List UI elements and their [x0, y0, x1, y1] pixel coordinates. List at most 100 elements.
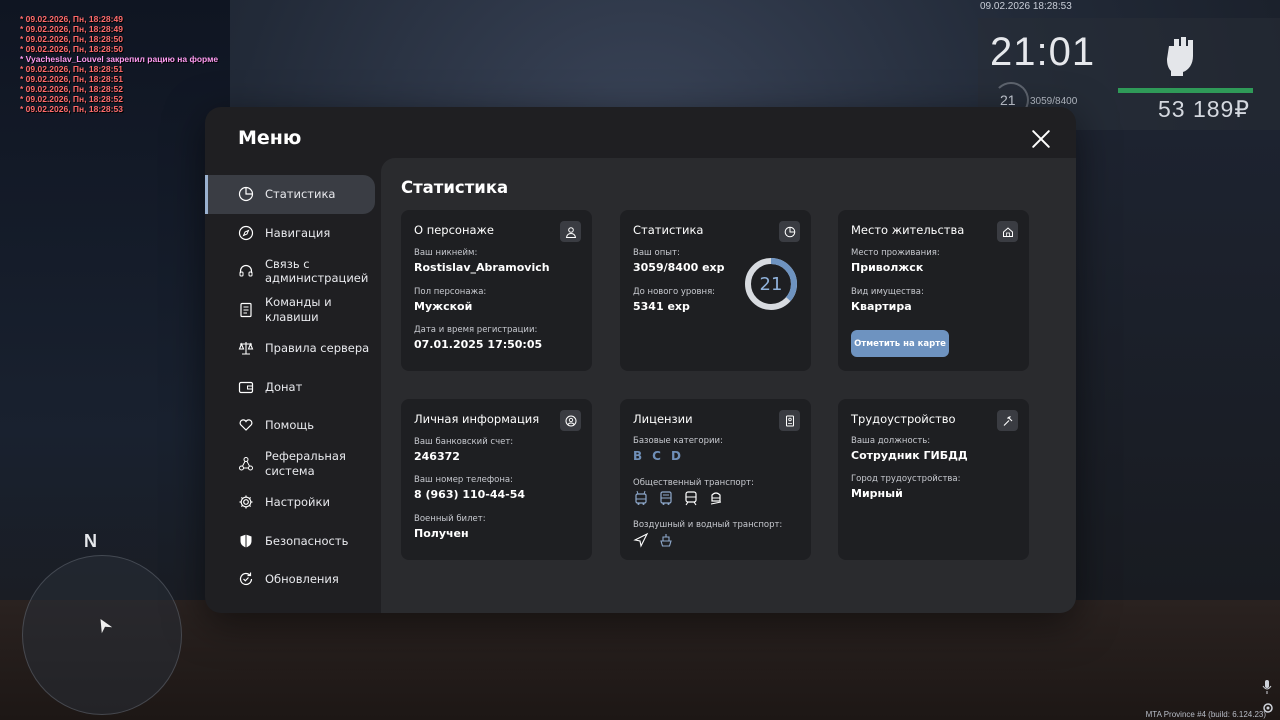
- shield-icon: [240, 534, 252, 548]
- sidebar-item-commands[interactable]: Команды и клавиши: [205, 291, 381, 330]
- chat-line: * 09.02.2026, Пн, 18:28:50: [20, 44, 123, 54]
- public-transport-icons: [633, 490, 724, 506]
- chat-line: * 09.02.2026, Пн, 18:28:50: [20, 34, 123, 44]
- game-floor: [0, 600, 1280, 720]
- sidebar-item-navigation[interactable]: Навигация: [205, 214, 381, 253]
- air-water-label: Воздушный и водный транспорт:: [633, 520, 783, 530]
- position-label: Ваша должность:: [851, 436, 931, 446]
- military-label: Военный билет:: [414, 514, 486, 524]
- sidebar-item-label: Навигация: [265, 225, 331, 240]
- sidebar-item-settings[interactable]: Настройки: [205, 483, 381, 522]
- public-transport-label: Общественный транспорт:: [633, 478, 754, 488]
- card-title: Трудоустройство: [851, 412, 956, 426]
- network-icon: [239, 456, 253, 471]
- gender-label: Пол персонажа:: [414, 287, 487, 297]
- residence-value: Приволжск: [851, 261, 924, 274]
- bank-label: Ваш банковский счет:: [414, 437, 514, 447]
- registration-label: Дата и время регистрации:: [414, 325, 538, 335]
- plane-icon: [633, 532, 649, 548]
- fist-icon: [1167, 37, 1193, 76]
- phone-label: Ваш номер телефона:: [414, 475, 513, 485]
- sidebar-item-help[interactable]: Помощь: [205, 406, 381, 445]
- exp-value: 3059/8400 exp: [633, 261, 725, 274]
- page-title: Статистика: [401, 178, 509, 197]
- card-job: Трудоустройство Ваша должность: Сотрудни…: [838, 399, 1029, 560]
- chat-line: * Vyacheslav_Louvel закрепил рацию на фо…: [20, 54, 219, 64]
- bank-value: 246372: [414, 450, 460, 463]
- mark-on-map-button[interactable]: Отметить на карте: [851, 330, 949, 357]
- license-icon: [779, 410, 800, 431]
- hammer-icon: [997, 410, 1018, 431]
- sidebar-item-label: Команды и клавиши: [265, 295, 332, 324]
- heart-hand-icon: [239, 419, 253, 432]
- train-icon: [685, 491, 697, 506]
- base-categories-label: Базовые категории:: [633, 436, 723, 446]
- card-licenses: Лицензии Базовые категории: B C D Общест…: [620, 399, 811, 560]
- chat-line: * 09.02.2026, Пн, 18:28:52: [20, 84, 123, 94]
- card-character: О персонаже Ваш никнейм: Rostislav_Abram…: [401, 210, 592, 371]
- residence-label: Место проживания:: [851, 248, 940, 258]
- category-c: C: [652, 449, 661, 463]
- user-circle-icon: [560, 410, 581, 431]
- sidebar-item-label: Правила сервера: [265, 341, 370, 355]
- sidebar-item-label: Реферальная система: [265, 449, 346, 478]
- sidebar-item-security[interactable]: Безопасность: [205, 522, 381, 561]
- category-d: D: [670, 449, 681, 463]
- sidebar-item-referral[interactable]: Реферальная система: [205, 445, 381, 484]
- exp-label: Ваш опыт:: [633, 248, 680, 258]
- card-title: Статистика: [633, 223, 704, 237]
- registration-value: 07.01.2025 17:50:05: [414, 338, 543, 351]
- wallet-icon: [238, 381, 254, 393]
- job-city-value: Мирный: [851, 487, 903, 500]
- sidebar-item-label: Настройки: [265, 495, 330, 509]
- military-value: Получен: [414, 527, 469, 540]
- chat-line: * 09.02.2026, Пн, 18:28:49: [20, 24, 123, 34]
- document-icon: [240, 302, 252, 317]
- sidebar-item-updates[interactable]: Обновления: [205, 560, 381, 599]
- sidebar-item-label: Обновления: [265, 572, 339, 586]
- sidebar-item-donate[interactable]: Донат: [205, 368, 381, 407]
- refresh-icon: [239, 572, 253, 586]
- category-b: B: [633, 449, 643, 463]
- trolleybus-icon: [635, 490, 647, 505]
- user-icon: [560, 221, 581, 242]
- compass-north: N: [84, 531, 97, 551]
- property-label: Вид имущества:: [851, 287, 924, 297]
- microphone-icon: [1262, 680, 1272, 694]
- sidebar-item-support[interactable]: Связь с администрацией: [205, 252, 381, 291]
- base-categories: B C D: [633, 449, 681, 463]
- menu-title: Меню: [238, 127, 302, 149]
- sidebar-item-label: Статистика: [265, 187, 336, 201]
- card-title: О персонаже: [414, 223, 494, 237]
- phone-value: 8 (963) 110-44-54: [414, 488, 526, 501]
- card-stats: Статистика Ваш опыт: 3059/8400 exp До но…: [620, 210, 811, 371]
- nickname-value: Rostislav_Abramovich: [414, 261, 550, 274]
- chat-log: * 09.02.2026, Пн, 18:28:49 * 09.02.2026,…: [20, 14, 218, 114]
- position-value: Сотрудник ГИБДД: [851, 449, 968, 462]
- card-title: Место жительства: [851, 223, 965, 237]
- next-level-value: 5341 exp: [633, 300, 690, 313]
- sidebar: Статистика Навигация Связь с администрац…: [205, 175, 381, 599]
- gear-icon: [239, 495, 253, 509]
- next-level-label: До нового уровня:: [633, 287, 716, 297]
- build-info: MTA Province #4 (build: 6.124.23): [1145, 710, 1266, 719]
- chat-line: * 09.02.2026, Пн, 18:28:51: [20, 64, 123, 74]
- hud-datetime: 09.02.2026 18:28:53: [980, 1, 1072, 12]
- close-button[interactable]: [1031, 129, 1051, 149]
- boat-icon: [660, 534, 672, 547]
- chat-line: * 09.02.2026, Пн, 18:28:49: [20, 14, 123, 24]
- tram-icon: [710, 492, 722, 505]
- sidebar-item-statistics[interactable]: Статистика: [205, 175, 375, 214]
- air-water-icons: [633, 532, 674, 548]
- minimap: [22, 555, 182, 715]
- card-personal: Личная информация Ваш банковский счет: 2…: [401, 399, 592, 560]
- chat-line: * 09.02.2026, Пн, 18:28:53: [20, 104, 123, 114]
- sidebar-item-label: Безопасность: [265, 533, 349, 548]
- nickname-label: Ваш никнейм:: [414, 248, 478, 258]
- hud-level: 21: [1000, 92, 1016, 108]
- level-number: 21: [759, 273, 783, 295]
- hud-exp: 3059/8400: [1030, 96, 1078, 107]
- gender-value: Мужской: [414, 300, 473, 313]
- player-arrow-icon: [100, 618, 113, 634]
- sidebar-item-rules[interactable]: Правила сервера: [205, 329, 381, 368]
